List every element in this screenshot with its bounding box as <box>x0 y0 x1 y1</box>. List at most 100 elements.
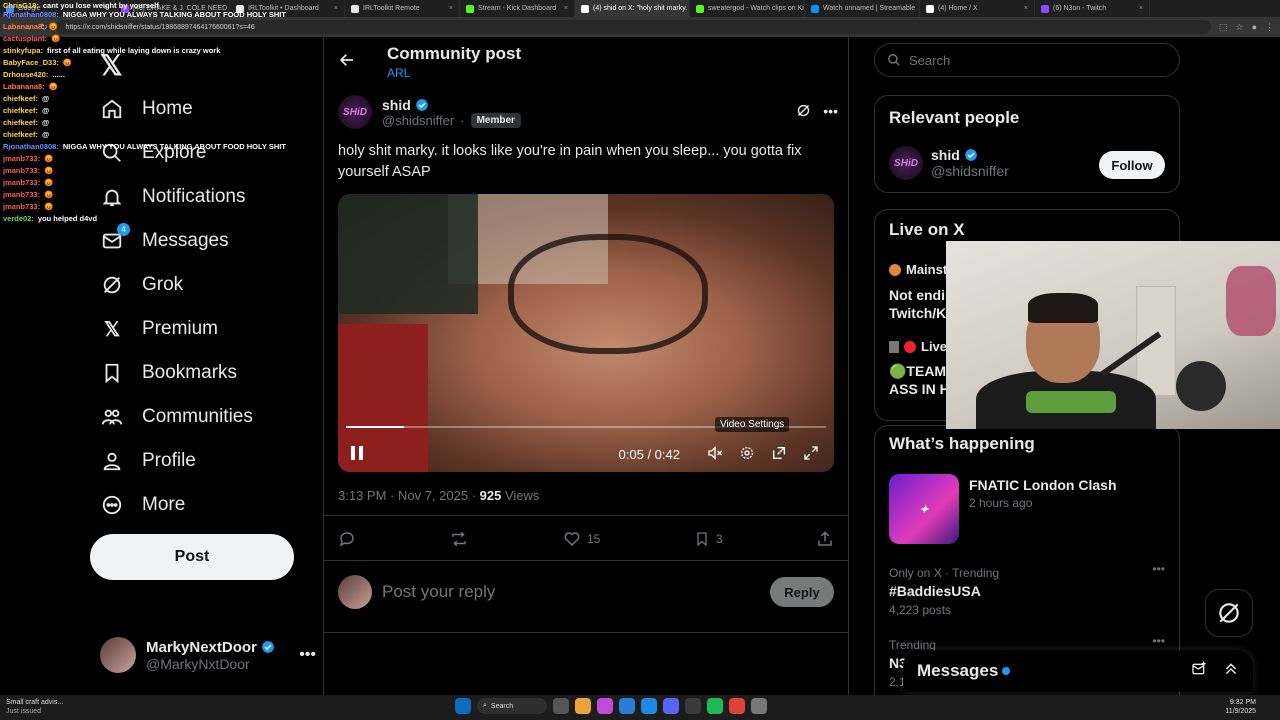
chat-text: @ <box>42 130 50 139</box>
search-input[interactable] <box>909 52 1149 68</box>
live-item[interactable]: Mainst <box>889 262 947 277</box>
reply-icon <box>339 532 354 547</box>
browser-tab[interactable]: (6) N3on - Twitch × <box>1035 0 1150 17</box>
weather-widget[interactable]: Small craft advis... Just issued <box>6 698 63 716</box>
browser-tab[interactable]: sweatergod - Watch clips on Ki× <box>690 0 805 17</box>
grok-icon[interactable] <box>796 103 811 121</box>
repost-icon <box>452 531 467 547</box>
reply-action[interactable] <box>338 530 356 548</box>
author-avatar[interactable]: SHiD <box>338 95 372 129</box>
chat-text: @ <box>42 106 50 115</box>
new-message-icon[interactable] <box>1191 661 1207 681</box>
picture-in-picture-icon[interactable] <box>768 445 790 464</box>
more-dots-icon[interactable]: ••• <box>299 646 316 664</box>
browser-tab[interactable]: Watch unnamed | Streamable× <box>805 0 920 17</box>
store-icon[interactable] <box>619 698 635 714</box>
live-text[interactable]: Not endin Twitch/K <box>889 286 954 322</box>
account-switcher[interactable]: MarkyNextDoor @MarkyNxtDoor ••• <box>100 635 316 675</box>
follow-button[interactable]: Follow <box>1099 151 1165 179</box>
close-icon[interactable]: × <box>449 5 453 12</box>
close-icon[interactable]: × <box>1024 5 1028 12</box>
more-dots-icon[interactable]: ••• <box>1152 634 1165 648</box>
nav-premium[interactable]: 𝕏 Premium <box>100 311 218 347</box>
search-box[interactable] <box>874 43 1180 77</box>
community-link[interactable]: ARL <box>387 66 410 80</box>
chrome-icon[interactable] <box>729 698 745 714</box>
close-icon[interactable]: × <box>1139 5 1143 12</box>
account-name-text: MarkyNextDoor <box>146 638 257 656</box>
tweet-meta: 3:13 PM · Nov 7, 2025 · 925 Views <box>338 488 539 503</box>
close-icon[interactable]: × <box>564 5 568 12</box>
page-title: Community post <box>387 44 522 63</box>
mute-icon[interactable] <box>704 445 726 464</box>
obs-icon[interactable] <box>685 698 701 714</box>
chat-username: jmanb733: <box>3 190 41 199</box>
file-explorer-icon[interactable] <box>575 698 591 714</box>
messages-drawer[interactable]: Messages <box>903 650 1253 692</box>
extension-icon[interactable]: ⬚ <box>1219 22 1228 33</box>
reply-button[interactable]: Reply <box>770 577 834 607</box>
edge-icon[interactable] <box>641 698 657 714</box>
author-handle[interactable]: @shidsniffer <box>382 113 454 128</box>
fullscreen-icon[interactable] <box>800 445 822 464</box>
back-arrow-icon[interactable] <box>338 51 356 74</box>
taskbar-search[interactable]: ⌕ Search <box>477 698 547 714</box>
nav-bookmarks[interactable]: Bookmarks <box>100 355 237 391</box>
close-icon[interactable]: × <box>334 5 338 12</box>
tweet-timestamp[interactable]: 3:13 PM · Nov 7, 2025 · <box>338 488 480 503</box>
post-button[interactable]: Post <box>90 534 294 580</box>
messages-drawer-label: Messages <box>917 661 999 680</box>
discord-icon[interactable] <box>663 698 679 714</box>
chat-text: you helped d4vd <box>37 214 98 223</box>
grok-icon <box>1219 603 1239 623</box>
copilot-icon[interactable] <box>597 698 613 714</box>
start-icon[interactable] <box>455 698 471 714</box>
repost-action[interactable] <box>449 530 469 548</box>
nav-premium-label: Premium <box>142 318 219 339</box>
browser-tab[interactable]: IRLToolkit Remote × <box>345 0 460 17</box>
relevant-person[interactable]: SHiD shid @shidsniffer <box>889 146 1009 180</box>
nav-grok[interactable]: Grok <box>100 267 183 303</box>
live-avatar <box>889 263 901 276</box>
taskbar-clock[interactable]: 9:32 PM 11/9/2025 <box>1225 698 1256 716</box>
more-dots-icon[interactable]: ••• <box>1152 562 1165 576</box>
task-view-icon[interactable] <box>553 698 569 714</box>
reply-input[interactable] <box>382 582 760 602</box>
trend-title[interactable]: #BaddiesUSA <box>889 583 981 599</box>
chat-message: jmanb733: 😡 <box>3 153 53 165</box>
chat-username: jmanb733: <box>3 154 41 163</box>
browser-tab[interactable]: Stream - Kick Dashboard × <box>460 0 575 17</box>
nav-profile[interactable]: Profile <box>100 443 196 479</box>
live-user: Mainst <box>906 262 948 277</box>
browser-tab[interactable]: (4) Home / X × <box>920 0 1035 17</box>
author-name[interactable]: shid <box>382 97 521 113</box>
menu-icon[interactable]: ⋮ <box>1265 22 1274 33</box>
nav-more[interactable]: More <box>100 487 185 523</box>
spotify-icon[interactable] <box>707 698 723 714</box>
like-action[interactable]: 15 <box>563 530 600 548</box>
trend-title[interactable]: FNATIC London Clash <box>969 477 1117 493</box>
gear-icon[interactable] <box>736 445 758 464</box>
pause-icon[interactable] <box>350 445 364 464</box>
share-action[interactable] <box>816 530 834 548</box>
browser-tab[interactable]: (4) shid on X: "holy shit marky.× <box>575 0 690 17</box>
chevron-up-icon[interactable] <box>1223 661 1239 681</box>
nav-communities[interactable]: Communities <box>100 399 253 435</box>
bookmark-star-icon[interactable]: ☆ <box>1235 22 1243 33</box>
tweet-text: holy shit marky. it looks like you're in… <box>338 143 802 180</box>
unread-dot <box>1002 667 1011 675</box>
more-dots-icon[interactable]: ••• <box>823 103 838 121</box>
verified-icon <box>964 149 977 161</box>
settings-icon[interactable] <box>751 698 767 714</box>
bookmark-action[interactable]: 3 <box>694 530 723 548</box>
avatar <box>338 575 372 609</box>
video-overlay-panel <box>338 194 478 314</box>
profile-icon[interactable]: ● <box>1252 22 1257 33</box>
live-item[interactable]: Live <box>889 339 947 354</box>
video-player[interactable]: Video Settings 0:05 / 0:42 <box>338 194 834 472</box>
trend-thumbnail[interactable]: ✦ <box>889 474 959 544</box>
live-text[interactable]: 🟢TEAM ASS IN H <box>889 362 950 398</box>
trend-context: Only on X · Trending <box>889 566 1000 580</box>
grok-fab-button[interactable] <box>1205 589 1253 637</box>
chat-username: chiefkeef: <box>3 106 39 115</box>
